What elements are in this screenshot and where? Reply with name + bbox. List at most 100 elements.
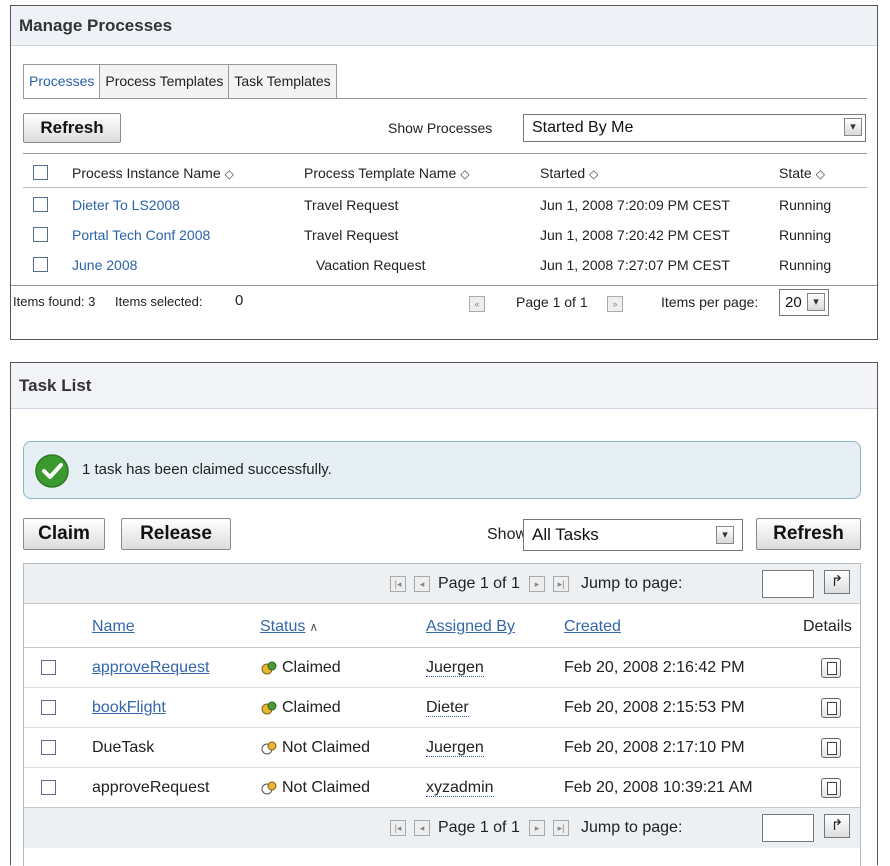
prev-page-icon[interactable]: « [469, 296, 485, 312]
items-found: Items found: 3 [13, 294, 96, 309]
col-started[interactable]: Started ◇ [540, 165, 598, 181]
page-indicator: Page 1 of 1 [438, 575, 520, 592]
show-processes-label: Show Processes [388, 120, 493, 136]
created-date: Feb 20, 2008 2:15:53 PM [564, 699, 745, 716]
assigned-by: xyzadmin [426, 779, 494, 797]
tab-process-templates[interactable]: Process Templates [99, 64, 230, 98]
first-page-icon[interactable]: |◂ [390, 820, 406, 836]
process-instance-link[interactable]: Dieter To LS2008 [72, 197, 180, 213]
chevron-down-icon[interactable]: ▾ [844, 118, 862, 136]
assigned-by: Juergen [426, 659, 484, 677]
table-row: Portal Tech Conf 2008 Travel Request Jun… [23, 220, 867, 250]
first-page-icon[interactable]: |◂ [390, 576, 406, 592]
details-icon[interactable] [821, 658, 841, 678]
divider [23, 153, 867, 154]
last-page-icon[interactable]: ▸| [553, 576, 569, 592]
divider [11, 285, 877, 286]
next-page-icon[interactable]: ▸ [529, 576, 545, 592]
show-tasks-select[interactable]: All Tasks ▾ [523, 519, 743, 551]
col-status[interactable]: Status ∧ [260, 618, 318, 636]
details-icon[interactable] [821, 738, 841, 758]
select-all-checkbox[interactable] [33, 165, 48, 180]
go-icon[interactable]: ↱ [824, 570, 850, 594]
sort-icon: ◇ [224, 167, 234, 181]
col-name[interactable]: Name [92, 618, 135, 636]
next-page-icon[interactable]: » [607, 296, 623, 312]
task-name-link[interactable]: approveRequest [92, 659, 209, 677]
assigned-by: Juergen [426, 739, 484, 757]
not-claimed-icon [261, 781, 277, 795]
chevron-down-icon[interactable]: ▾ [716, 526, 734, 544]
col-details: Details [803, 618, 852, 635]
prev-page-icon[interactable]: ◂ [414, 576, 430, 592]
not-claimed-icon [261, 741, 277, 755]
table-row: Dieter To LS2008 Travel Request Jun 1, 2… [23, 190, 867, 220]
task-list-panel: Task List 1 task has been claimed succes… [10, 362, 878, 866]
col-process-template-name[interactable]: Process Template Name ◇ [304, 165, 469, 181]
prev-page-icon[interactable]: ◂ [414, 820, 430, 836]
task-status: Claimed [260, 699, 341, 717]
bottom-pager: |◂ ◂ Page 1 of 1 ▸ ▸| Jump to page: ↱ [24, 808, 860, 848]
process-instance-link[interactable]: June 2008 [72, 257, 137, 273]
tab-task-templates[interactable]: Task Templates [228, 64, 337, 98]
started-date: Jun 1, 2008 7:20:42 PM CEST [540, 227, 730, 243]
details-icon[interactable] [821, 778, 841, 798]
task-status: Not Claimed [260, 739, 370, 757]
page-indicator: Page 1 of 1 [438, 819, 520, 836]
panel-title: Task List [11, 363, 877, 409]
refresh-tasks-button[interactable]: Refresh [756, 518, 861, 550]
row-checkbox[interactable] [41, 700, 56, 715]
show-processes-value: Started By Me [532, 119, 634, 136]
panel-title: Manage Processes [11, 6, 877, 46]
task-table: |◂ ◂ Page 1 of 1 ▸ ▸| Jump to page: ↱ Na… [23, 563, 861, 866]
state: Running [779, 197, 832, 213]
row-checkbox[interactable] [33, 227, 48, 242]
row-checkbox[interactable] [33, 197, 48, 212]
next-page-icon[interactable]: ▸ [529, 820, 545, 836]
created-date: Feb 20, 2008 10:39:21 AM [564, 779, 753, 796]
table-row: approveRequest Claimed Juergen Feb 20, 2… [24, 648, 860, 688]
tab-divider [23, 98, 867, 99]
process-template-name: Travel Request [304, 197, 399, 213]
started-date: Jun 1, 2008 7:20:09 PM CEST [540, 197, 730, 213]
jump-to-page-input[interactable] [762, 570, 814, 598]
items-per-page-value: 20 [785, 294, 802, 311]
sort-icon: ◇ [815, 167, 825, 181]
col-state[interactable]: State ◇ [779, 165, 825, 181]
col-created[interactable]: Created [564, 618, 621, 636]
row-checkbox[interactable] [41, 780, 56, 795]
items-per-page-select[interactable]: 20 ▾ [779, 289, 829, 316]
sort-icon: ◇ [589, 167, 599, 181]
task-status: Not Claimed [260, 779, 370, 797]
jump-to-page-label: Jump to page: [581, 819, 683, 836]
jump-to-page-input[interactable] [762, 814, 814, 842]
top-pager: |◂ ◂ Page 1 of 1 ▸ ▸| Jump to page: ↱ [24, 564, 860, 604]
col-process-instance-name[interactable]: Process Instance Name ◇ [72, 165, 234, 181]
claimed-icon [261, 701, 277, 715]
tab-processes[interactable]: Processes [23, 64, 101, 98]
jump-to-page-label: Jump to page: [581, 575, 683, 592]
page-indicator: Page 1 of 1 [516, 294, 588, 310]
divider [23, 187, 867, 188]
claim-button[interactable]: Claim [23, 518, 105, 550]
check-circle-icon [35, 454, 69, 488]
task-name: DueTask [92, 739, 155, 756]
row-checkbox[interactable] [41, 660, 56, 675]
details-icon[interactable] [821, 698, 841, 718]
assigned-by: Dieter [426, 699, 469, 717]
go-icon[interactable]: ↱ [824, 814, 850, 838]
show-tasks-value: All Tasks [532, 525, 599, 544]
row-checkbox[interactable] [41, 740, 56, 755]
refresh-button[interactable]: Refresh [23, 113, 121, 143]
release-button[interactable]: Release [121, 518, 231, 550]
table-row: DueTask Not Claimed Juergen Feb 20, 2008… [24, 728, 860, 768]
table-header: Process Instance Name ◇ Process Template … [23, 160, 867, 186]
chevron-down-icon[interactable]: ▾ [807, 293, 825, 311]
process-instance-link[interactable]: Portal Tech Conf 2008 [72, 227, 210, 243]
row-checkbox[interactable] [33, 257, 48, 272]
col-assigned-by[interactable]: Assigned By [426, 618, 515, 636]
task-name-link[interactable]: bookFlight [92, 699, 166, 717]
last-page-icon[interactable]: ▸| [553, 820, 569, 836]
task-status: Claimed [260, 659, 341, 677]
show-processes-select[interactable]: Started By Me ▾ [523, 114, 866, 142]
